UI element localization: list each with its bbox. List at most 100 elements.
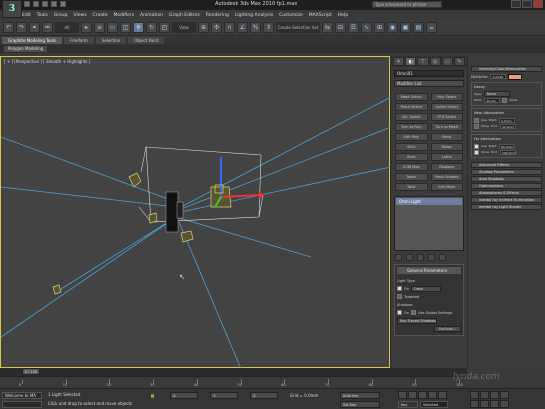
make-unique-icon[interactable] (417, 254, 424, 261)
stack-item[interactable]: Omni Light (396, 198, 462, 205)
zoom-extents-all-icon[interactable] (500, 391, 509, 399)
menu-item-customize[interactable]: Customize (279, 13, 303, 18)
scene-canvas[interactable]: ↖ (1, 57, 391, 369)
modifier-list-dropdown[interactable]: Modifier List (394, 80, 464, 87)
percent-snap-icon[interactable]: % (250, 22, 261, 33)
window-crossing-icon[interactable]: ◫ (120, 22, 131, 33)
ribbon-tab-freeform[interactable]: Freeform (64, 37, 94, 44)
decay-show-checkbox[interactable] (502, 97, 508, 103)
app-logo-icon[interactable]: 3 (2, 0, 22, 18)
reference-coord-dropdown[interactable]: View (172, 22, 196, 33)
modifier-button-taper[interactable]: Taper (395, 173, 428, 181)
menu-item-help[interactable]: Help (338, 13, 348, 18)
rollout-atmospheres-effects[interactable]: Atmospheres & Effects (471, 190, 542, 196)
near-show-checkbox[interactable] (474, 123, 479, 129)
exclude-button[interactable]: Exclude... (433, 325, 461, 332)
configure-sets-icon[interactable] (439, 254, 446, 261)
global-settings-checkbox[interactable] (410, 310, 416, 315)
omni-light-icon[interactable] (180, 230, 194, 243)
x-coord-field[interactable]: X: (170, 392, 198, 399)
modifier-button-edit-mesh[interactable]: Edit Mesh (430, 183, 463, 191)
redo-icon[interactable] (60, 1, 66, 7)
display-tab-icon[interactable]: ▭ (441, 57, 453, 66)
snap-icon[interactable]: ∩ (224, 22, 235, 33)
rollout-mental-ray-light-shader[interactable]: mental ray Light Shader (471, 204, 542, 210)
utilities-tab-icon[interactable]: ✎ (453, 57, 466, 66)
modifier-button-patch-select[interactable]: Patch Select (395, 103, 428, 111)
menu-item-views[interactable]: Views (74, 13, 87, 18)
pin-stack-icon[interactable] (395, 254, 402, 261)
far-use-checkbox[interactable] (474, 143, 479, 149)
next-frame-icon[interactable] (428, 391, 437, 399)
rendered-frame-icon[interactable]: ▤ (413, 22, 424, 33)
menu-item-rendering[interactable]: Rendering (206, 13, 229, 18)
track-bar[interactable]: 0 10 20 30 40 50 60 70 80 90 100 (0, 376, 467, 388)
near-start-spinner[interactable]: 0.0mm (498, 117, 515, 123)
redo-button[interactable]: ↷ (16, 22, 27, 33)
menu-item-maxscript[interactable]: MAXScript (309, 13, 332, 18)
material-editor-icon[interactable]: ◉ (387, 22, 398, 33)
rect-selection-icon[interactable]: ▭ (107, 22, 118, 33)
multiplier-spinner[interactable]: 0.0336 (490, 74, 507, 79)
shadow-type-dropdown[interactable]: Ray Traced Shadows (397, 317, 437, 324)
select-object-icon[interactable]: ▸ (81, 22, 92, 33)
polygon-modeling-tab[interactable]: Polygon Modeling (4, 46, 48, 52)
perspective-viewport[interactable]: [ + ] [Perspective ] [ Smooth + Highligh… (0, 56, 391, 369)
lock-selection-icon[interactable]: 🔒 (150, 393, 155, 398)
manipulate-icon[interactable]: ✣ (211, 22, 222, 33)
modifier-button-uvw-map[interactable]: UVW Map (395, 163, 428, 171)
goto-end-icon[interactable] (438, 391, 447, 399)
y-coord-field[interactable]: Y: (210, 392, 238, 399)
layer-manager-icon[interactable]: ☰ (348, 22, 359, 33)
ribbon-tab-selection[interactable]: Selection (95, 37, 127, 44)
menu-item-graph-editors[interactable]: Graph Editors (169, 13, 200, 18)
near-use-checkbox[interactable] (474, 117, 479, 123)
rollout-shadow-parameters[interactable]: Shadow Parameters (471, 169, 542, 175)
modifier-button-slice[interactable]: Slice (395, 143, 428, 151)
motion-tab-icon[interactable]: ◎ (429, 57, 441, 66)
light-color-swatch[interactable] (508, 73, 523, 80)
modifier-button-ffd-select[interactable]: FFD Select (430, 113, 463, 121)
modifier-button-shell[interactable]: Shell (395, 153, 428, 161)
pan-icon[interactable] (480, 400, 489, 408)
modifier-button-turn-to-mesh[interactable]: Turn to Mesh (430, 123, 463, 131)
search-input[interactable]: Type a keyword or phrase (372, 1, 442, 8)
modifier-button-edit-poly[interactable]: Edit Poly (395, 133, 428, 141)
time-slider-thumb[interactable]: 0 / 100 (22, 368, 40, 375)
fov-icon[interactable] (470, 400, 479, 408)
play-icon[interactable] (418, 391, 427, 399)
rollout-header[interactable]: General Parameters (397, 267, 461, 274)
maximize-button[interactable] (522, 0, 532, 8)
omni-light-icon[interactable] (52, 284, 62, 295)
spinner-snap-icon[interactable]: ⇕ (263, 22, 274, 33)
rollout-optimizations[interactable]: Optimizations (471, 183, 542, 189)
modifier-stack[interactable]: Omni Light (394, 196, 464, 251)
open-file-icon[interactable] (33, 1, 39, 7)
ribbon-tab-graphite-modeling-tools[interactable]: Graphite Modeling Tools (2, 37, 63, 44)
render-icon[interactable]: ☕ (426, 22, 437, 33)
menu-item-tools[interactable]: Tools (37, 13, 48, 18)
rollout-area-shadows[interactable]: Area Shadows (471, 176, 542, 182)
light-type-dropdown[interactable]: Omni (410, 285, 441, 292)
mirror-icon[interactable]: ⇆ (322, 22, 333, 33)
select-by-name-icon[interactable]: ≡ (94, 22, 105, 33)
decay-start-spinner[interactable]: 40.0m (484, 97, 501, 103)
undo-icon[interactable] (51, 1, 57, 7)
omni-light-icon[interactable] (148, 212, 158, 224)
modifier-button-mesh-smooth[interactable]: Mesh Smooth (430, 173, 463, 181)
ribbon-tab-object-paint[interactable]: Object Paint (128, 37, 165, 44)
decay-type-dropdown[interactable]: None (483, 91, 510, 97)
modifier-button-mesh-select[interactable]: Mesh Select (395, 93, 428, 101)
render-setup-icon[interactable]: ▣ (400, 22, 411, 33)
select-scale-icon[interactable]: ◰ (159, 22, 170, 33)
create-tab-icon[interactable]: ✶ (393, 57, 405, 66)
targeted-checkbox[interactable] (397, 294, 402, 299)
rollout-advanced-effects[interactable]: Advanced Effects (471, 162, 542, 168)
zoom-extents-icon[interactable] (490, 391, 499, 399)
prev-frame-icon[interactable] (408, 391, 417, 399)
remove-modifier-icon[interactable] (428, 254, 435, 261)
object-name-field[interactable]: Omni01 (394, 70, 464, 77)
curve-editor-icon[interactable]: ∿ (361, 22, 372, 33)
time-slider[interactable]: 0 / 100 (0, 368, 467, 376)
minimize-button[interactable] (511, 0, 521, 8)
